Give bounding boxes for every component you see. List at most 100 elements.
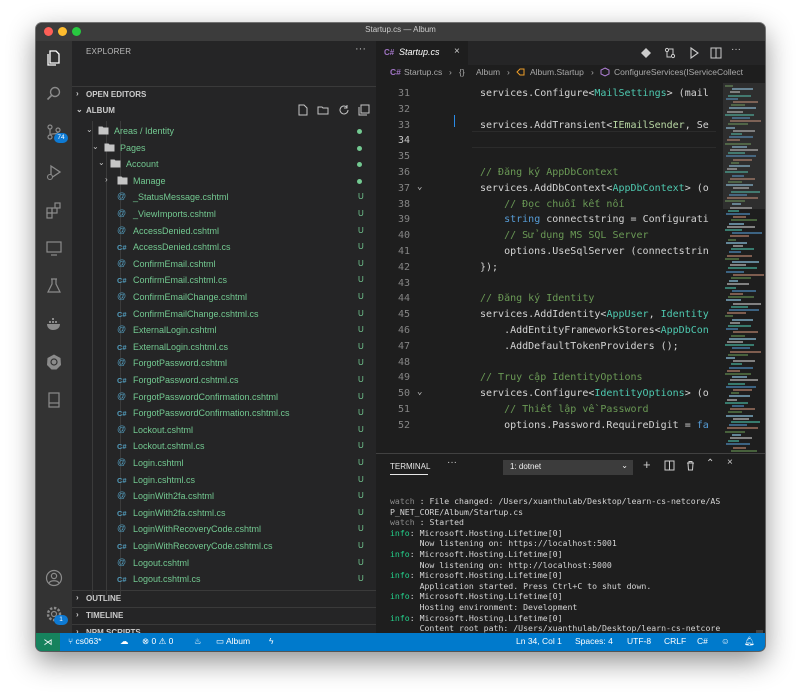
tree-item[interactable]: C# ConfirmEmail.cshtml.cs U [72,272,376,289]
tree-item[interactable]: @ ConfirmEmail.cshtml U [72,256,376,273]
minimap-line [728,296,754,299]
account-icon[interactable] [43,567,65,589]
encoding[interactable]: UTF-8 [627,636,651,646]
bookmarks-icon[interactable] [43,389,65,411]
settings-gear-icon[interactable]: 1 [43,603,68,625]
docker-icon[interactable] [43,313,65,335]
live-share-icon[interactable]: ☺ [721,636,730,646]
tree-item[interactable]: C# ForgotPassword.cshtml.cs U [72,372,376,389]
maximize-panel-icon[interactable]: ⌃ [706,458,714,469]
fold-chevron-icon[interactable]: ⌄ [417,387,422,397]
tree-item[interactable]: @ Logout.cshtml U [72,555,376,572]
tree-item[interactable]: C# Logout.cshtml.cs U [72,571,376,588]
breadcrumb-method[interactable]: ConfigureServices(IServiceCollect [614,67,743,77]
breadcrumb-class[interactable]: Album.Startup [530,67,584,77]
timeline-section[interactable]: › TIMELINE [72,607,376,624]
tree-item[interactable]: @ LoginWith2fa.cshtml U [72,488,376,505]
code-token: connectstring = Configurati [540,214,709,226]
tab-terminal[interactable]: TERMINAL [390,462,430,471]
code-line: 38 // Đọc chuỗi kết nối [376,198,716,214]
tree-item[interactable]: @ Login.cshtml U [72,455,376,472]
more-actions-icon[interactable]: ··· [731,44,741,55]
explorer-more-actions-icon[interactable]: ··· [355,43,366,55]
tree-item[interactable]: @ _StatusMessage.cshtml U [72,189,376,206]
cursor-position[interactable]: Ln 34, Col 1 [516,636,562,646]
testing-flask-icon[interactable] [43,275,65,297]
terminal-text: info [390,570,410,581]
branch-item[interactable]: ⑂ cs063* [68,636,101,646]
code-line: 46 .AddEntityFrameworkStores<AppDbCon [376,324,716,340]
fold-chevron-icon[interactable]: ⌄ [417,182,422,192]
flame-icon[interactable]: ♨ [194,636,202,647]
lightning-icon[interactable]: ϟ [269,636,274,646]
terminal-output[interactable]: watch : File changed: /Users/xuanthulab/… [390,496,756,651]
npm-scripts-section[interactable]: › NPM SCRIPTS [72,624,376,637]
tree-item[interactable]: C# ConfirmEmailChange.cshtml.cs U [72,306,376,323]
run-debug-icon[interactable] [43,161,65,183]
breadcrumb-namespace[interactable]: Album [476,67,500,77]
split-editor-icon[interactable] [710,47,722,62]
project-item[interactable]: ▭ Album [216,636,250,647]
minimap-line [730,235,749,238]
terminal-select[interactable]: 1: dotnet ⌄ [503,460,633,475]
indentation[interactable]: Spaces: 4 [575,636,613,646]
tree-item[interactable]: ⌄ Pages [72,140,376,157]
tree-item-label: Lockout.cshtml.cs [133,441,205,452]
split-terminal-icon[interactable] [664,460,675,474]
tree-item[interactable]: C# ForgotPasswordConfirmation.cshtml.cs U [72,405,376,422]
notifications-bell-icon[interactable]: 🔔︎ [744,636,755,647]
tree-item[interactable]: @ LoginWithRecoveryCode.cshtml U [72,521,376,538]
source-control-icon[interactable]: 74 [43,121,68,143]
tree-item[interactable]: @ ExternalLogin.cshtml U [72,322,376,339]
tab-startup-cs[interactable]: C# Startup.cs × [376,41,468,65]
tree-item[interactable]: C# ExternalLogin.cshtml.cs U [72,339,376,356]
tree-item-label: Logout.cshtml [133,557,190,568]
line-endings[interactable]: CRLF [664,636,686,646]
tree-item[interactable]: @ ConfirmEmailChange.cshtml U [72,289,376,306]
tree-item[interactable]: C# LoginWith2fa.cshtml.cs U [72,505,376,522]
sync-icon[interactable]: ☁ [120,636,129,647]
tree-item[interactable]: ⌄ Account [72,156,376,173]
collapse-all-icon[interactable] [358,104,370,118]
remote-explorer-icon[interactable] [43,237,65,259]
close-panel-icon[interactable]: × [727,457,733,468]
tree-item[interactable]: @ AccessDenied.cshtml U [72,223,376,240]
open-editors-section[interactable]: › OPEN EDITORS [72,86,376,103]
git-compare-icon[interactable] [640,47,652,62]
tree-item[interactable]: @ Lockout.cshtml U [72,422,376,439]
tree-item[interactable]: @ ForgotPasswordConfirmation.cshtml U [72,389,376,406]
tree-item[interactable]: ⌄ Areas / Identity [72,123,376,140]
new-file-icon[interactable] [297,104,308,118]
minimap[interactable] [723,83,765,471]
minimap-line [731,305,748,308]
run-play-icon[interactable] [688,46,700,62]
outline-section[interactable]: › OUTLINE [72,590,376,607]
explorer-files-icon[interactable] [43,47,65,69]
tree-item[interactable]: C# Login.cshtml.cs U [72,472,376,489]
album-root-section[interactable]: ⌄ ALBUM [72,103,376,120]
kubernetes-icon[interactable] [43,351,65,373]
method-icon [600,67,610,79]
close-tab-icon[interactable]: × [454,46,460,57]
search-icon[interactable] [43,83,65,105]
tree-item[interactable]: C# AccessDenied.cshtml.cs U [72,239,376,256]
open-changes-icon[interactable] [664,47,676,62]
language-mode[interactable]: C# [697,636,708,646]
minimap-viewport[interactable] [723,83,765,209]
tree-item[interactable]: › Manage [72,173,376,190]
new-terminal-plus-icon[interactable]: + [643,457,651,472]
trash-icon[interactable] [685,460,696,474]
razor-file-icon: @ [117,208,127,218]
extensions-icon[interactable] [43,199,65,221]
problems-item[interactable]: ⊗ 0 ⚠ 0 [142,636,173,647]
tree-item[interactable]: @ ForgotPassword.cshtml U [72,355,376,372]
panel-more-icon[interactable]: ··· [447,457,457,468]
new-folder-icon[interactable] [317,104,329,118]
breadcrumb-file[interactable]: Startup.cs [404,67,442,77]
remote-indicator-icon[interactable]: ⋊ [36,633,60,651]
tree-item[interactable]: C# LoginWithRecoveryCode.cshtml.cs U [72,538,376,555]
tree-item[interactable]: C# Lockout.cshtml.cs U [72,438,376,455]
refresh-icon[interactable] [338,104,350,118]
code-token: services.AddTransient< [480,119,613,131]
tree-item[interactable]: @ _ViewImports.cshtml U [72,206,376,223]
